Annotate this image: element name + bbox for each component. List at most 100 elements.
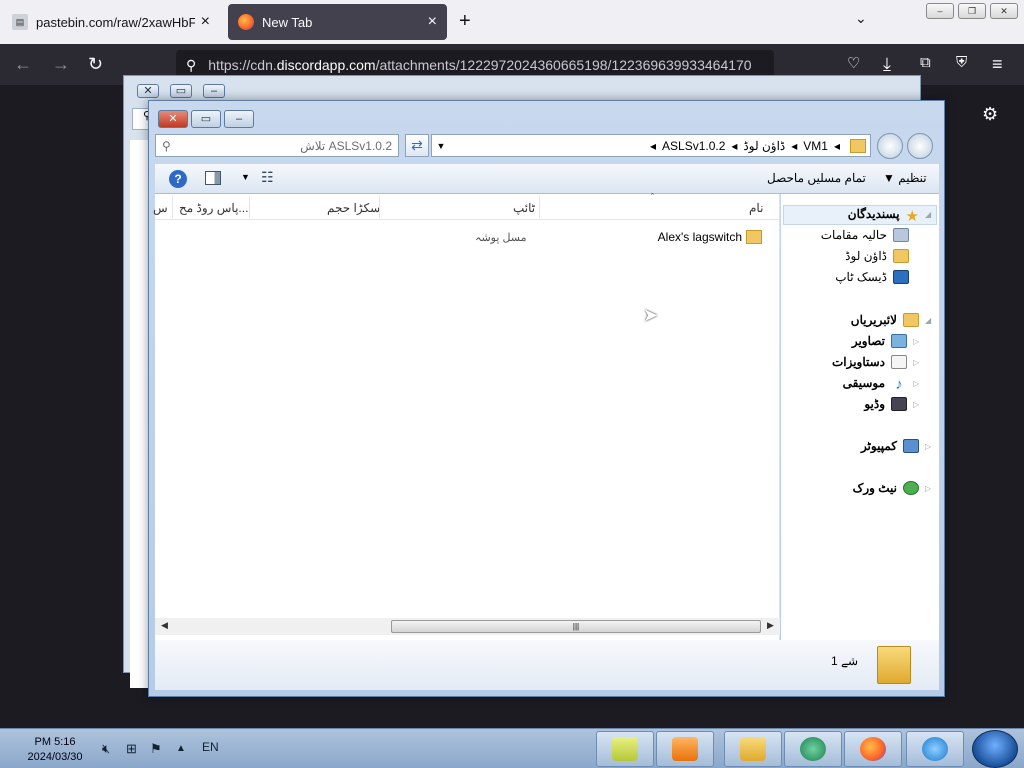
- breadcrumb-arrow-icon[interactable]: ◂: [650, 139, 656, 153]
- forward-nav-button[interactable]: [877, 133, 903, 159]
- expand-arrow-icon[interactable]: ▷: [913, 358, 921, 367]
- action-center-icon[interactable]: ⚑: [150, 741, 162, 757]
- views-icon[interactable]: ☷: [261, 169, 274, 186]
- nav-downloads[interactable]: ڈاؤن لوڈ: [845, 249, 909, 263]
- chevron-down-icon[interactable]: ▼: [432, 141, 450, 151]
- close-tab-icon[interactable]: ×: [201, 13, 210, 31]
- breadcrumb-arrow-icon[interactable]: ◂: [834, 139, 840, 153]
- expand-arrow-icon[interactable]: ▷: [913, 379, 921, 388]
- minimize-icon[interactable]: –: [203, 84, 225, 98]
- taskbar-sticky-notes[interactable]: [596, 731, 654, 767]
- close-window-button[interactable]: ✕: [990, 3, 1018, 19]
- column-divider[interactable]: [379, 196, 380, 218]
- expand-arrow-icon[interactable]: ▷: [913, 400, 921, 409]
- extensions-icon[interactable]: ⧉: [920, 54, 931, 71]
- back-nav-button[interactable]: [907, 133, 933, 159]
- scroll-left-icon[interactable]: ◀: [161, 620, 168, 631]
- column-divider[interactable]: [172, 196, 173, 218]
- documents-icon: [891, 355, 907, 369]
- pocket-icon[interactable]: ♡: [847, 54, 860, 72]
- command-bar: ? ▼ ☷ تمام مسلیں ماحصل ▼ تنظیم: [155, 164, 939, 194]
- url-text: https://cdn.discordapp.com/attachments/1…: [208, 57, 752, 73]
- expand-arrow-icon[interactable]: ▷: [925, 442, 933, 451]
- nav-network[interactable]: نیٹ ورک ▷: [853, 481, 933, 495]
- tab-new-tab[interactable]: New Tab ×: [228, 4, 447, 40]
- file-name[interactable]: Alex's lagswitch: [658, 230, 742, 244]
- clock[interactable]: PM 5:16 2024/03/30: [22, 735, 88, 765]
- nav-recent-places[interactable]: حالیہ مقامات: [821, 228, 909, 242]
- forward-icon[interactable]: →: [52, 54, 70, 75]
- share-button[interactable]: تمام مسلیں ماحصل: [767, 171, 866, 185]
- column-name[interactable]: نام: [749, 201, 763, 215]
- reload-icon[interactable]: ↻: [88, 54, 103, 75]
- firefox-icon: [238, 14, 254, 30]
- preview-pane-icon[interactable]: [205, 171, 221, 185]
- taskbar-app[interactable]: [784, 731, 842, 767]
- minimize-window-button[interactable]: –: [926, 3, 954, 19]
- restore-window-button[interactable]: ❐: [958, 3, 986, 19]
- text-file-icon: ▤: [12, 14, 28, 30]
- tab-pastebin[interactable]: ▤ pastebin.com/raw/2xawHbF4 ×: [2, 4, 220, 40]
- breadcrumb-arrow-icon[interactable]: ◂: [791, 139, 797, 153]
- search-box[interactable]: ⚲ تلاش ASLSv1.0.2: [155, 134, 399, 157]
- organize-button[interactable]: ▼ تنظیم: [883, 171, 927, 185]
- column-type[interactable]: ٹائپ: [513, 201, 535, 215]
- menu-icon[interactable]: ≡: [992, 54, 1003, 75]
- firefox-icon: [860, 737, 886, 761]
- breadcrumb-item[interactable]: ڈاؤن لوڈ: [743, 139, 785, 153]
- start-button[interactable]: [972, 730, 1018, 768]
- column-password[interactable]: پاس روڈ مح...: [179, 201, 248, 215]
- new-tab-icon[interactable]: +: [459, 10, 471, 33]
- taskbar-firefox[interactable]: [844, 731, 902, 767]
- folder-icon: [850, 138, 866, 153]
- close-icon[interactable]: ✕: [137, 84, 159, 98]
- address-bar[interactable]: ▼ ◂ ASLSv1.0.2 ◂ ڈاؤن لوڈ ◂ VM1 ◂: [431, 134, 871, 157]
- column-divider[interactable]: [539, 196, 540, 218]
- close-button[interactable]: ✕: [158, 110, 188, 128]
- expand-arrow-icon[interactable]: ▷: [925, 484, 933, 493]
- language-indicator[interactable]: EN: [202, 740, 219, 754]
- close-tab-icon[interactable]: ×: [428, 13, 437, 31]
- chevron-down-icon[interactable]: ⌄: [855, 10, 867, 27]
- breadcrumb-item[interactable]: VM1: [803, 139, 828, 153]
- gear-icon[interactable]: ⚙: [982, 104, 998, 125]
- nav-video[interactable]: وڈیو ▷: [864, 397, 921, 411]
- show-hidden-icons[interactable]: ▲: [176, 743, 186, 754]
- column-extra[interactable]: س: [153, 201, 168, 215]
- nav-documents[interactable]: دستاویزات ▷: [832, 355, 921, 369]
- nav-libraries[interactable]: لائبریریاں ◢: [851, 313, 933, 327]
- download-icon[interactable]: ⤓: [883, 54, 891, 75]
- collapse-arrow-icon[interactable]: ◢: [925, 210, 933, 219]
- collapse-arrow-icon[interactable]: ◢: [925, 316, 933, 325]
- help-icon[interactable]: ?: [169, 170, 187, 188]
- chevron-down-icon[interactable]: ▼: [241, 172, 250, 182]
- ublock-icon[interactable]: ⛨: [956, 54, 967, 71]
- column-divider[interactable]: [249, 196, 250, 218]
- breadcrumb-arrow-icon[interactable]: ◂: [731, 139, 737, 153]
- back-icon[interactable]: ←: [14, 54, 32, 75]
- nav-pictures[interactable]: تصاویر ▷: [852, 334, 921, 348]
- nav-computer[interactable]: کمپیوٹر ▷: [861, 439, 933, 453]
- expand-arrow-icon[interactable]: ▷: [913, 337, 921, 346]
- taskbar-internet-explorer[interactable]: [906, 731, 964, 767]
- scroll-right-icon[interactable]: ▶: [767, 620, 774, 631]
- explorer-icon: [740, 737, 766, 761]
- taskbar-explorer[interactable]: [724, 731, 782, 767]
- table-row[interactable]: Alex's lagswitch مسل پوشہ: [155, 228, 780, 248]
- volume-muted-icon[interactable]: 🔇︎: [102, 741, 110, 757]
- nav-favorites[interactable]: پسندیدگان ★ ◢: [848, 207, 933, 225]
- network-tray-icon[interactable]: ⊞: [126, 741, 137, 757]
- column-size[interactable]: سکڑا حجم: [327, 201, 380, 215]
- taskbar-media-player[interactable]: [656, 731, 714, 767]
- maximize-icon[interactable]: ▭: [170, 84, 192, 98]
- scrollbar-thumb[interactable]: |||: [391, 620, 761, 633]
- nav-desktop[interactable]: ڈیسک ٹاپ: [835, 270, 909, 284]
- refresh-icon[interactable]: ⇄: [405, 134, 429, 157]
- recent-places-icon: [893, 228, 909, 242]
- maximize-button[interactable]: ▭: [191, 110, 221, 128]
- horizontal-scrollbar[interactable]: ◀ ||| ▶: [155, 618, 780, 635]
- search-input[interactable]: تلاش ASLSv1.0.2: [171, 139, 392, 153]
- nav-music[interactable]: موسیقی ♪ ▷: [843, 376, 921, 393]
- minimize-button[interactable]: –: [224, 110, 254, 128]
- breadcrumb-item[interactable]: ASLSv1.0.2: [662, 139, 725, 153]
